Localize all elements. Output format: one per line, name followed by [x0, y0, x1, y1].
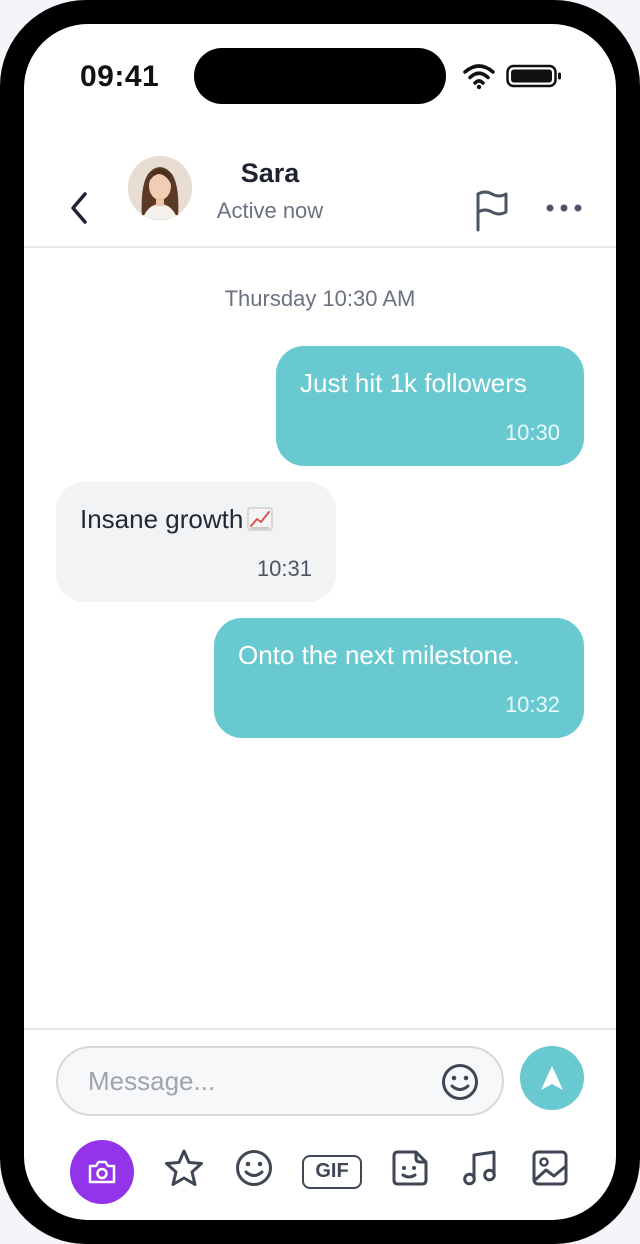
- message-input-container: [56, 1046, 504, 1116]
- message-time: 10:30: [504, 420, 560, 445]
- message-time: 10:32: [504, 692, 560, 717]
- wifi-icon: [463, 64, 495, 90]
- flag-icon[interactable]: [472, 188, 512, 232]
- gif-button[interactable]: GIF: [302, 1155, 362, 1189]
- camera-icon: [88, 1160, 116, 1184]
- chat-header: Sara Active now: [24, 144, 616, 248]
- back-button[interactable]: [64, 188, 94, 228]
- screen: 09:41 Sara Active now Thursday 10:30 AM …: [24, 24, 616, 1220]
- star-icon[interactable]: [164, 1148, 204, 1188]
- emoji-icon[interactable]: [234, 1148, 274, 1188]
- message-text: Insane growth: [80, 504, 244, 534]
- dynamic-island: [194, 48, 446, 104]
- contact-status: Active now: [216, 198, 324, 223]
- chart-increasing-icon: [247, 507, 273, 531]
- message-text: Just hit 1k followers: [300, 368, 527, 398]
- music-icon[interactable]: [460, 1148, 500, 1188]
- message-outgoing[interactable]: Onto the next milestone. 10:32: [214, 618, 584, 738]
- composer-divider: [24, 1028, 616, 1030]
- message-input[interactable]: [88, 1060, 428, 1102]
- contact-name[interactable]: Sara: [208, 158, 332, 189]
- message-incoming[interactable]: Insane growth 10:31: [56, 482, 336, 602]
- send-button[interactable]: [520, 1046, 584, 1110]
- message-time: 10:31: [256, 556, 312, 581]
- image-icon[interactable]: [530, 1148, 570, 1188]
- avatar-photo: [128, 156, 192, 220]
- emoji-picker-icon[interactable]: [440, 1062, 480, 1102]
- message-text: Onto the next milestone.: [238, 640, 520, 670]
- send-icon: [541, 1066, 563, 1090]
- phone-frame: 09:41 Sara Active now Thursday 10:30 AM …: [0, 0, 640, 1244]
- avatar[interactable]: [128, 156, 192, 220]
- battery-icon: [506, 64, 561, 88]
- camera-button[interactable]: [70, 1140, 134, 1204]
- status-time: 09:41: [80, 60, 160, 93]
- day-separator: Thursday 10:30 AM: [224, 286, 416, 311]
- message-text-wrap: Insane growth: [80, 504, 273, 535]
- more-options-icon[interactable]: [544, 200, 584, 216]
- message-outgoing[interactable]: Just hit 1k followers 10:30: [276, 346, 584, 466]
- sticker-icon[interactable]: [390, 1148, 430, 1188]
